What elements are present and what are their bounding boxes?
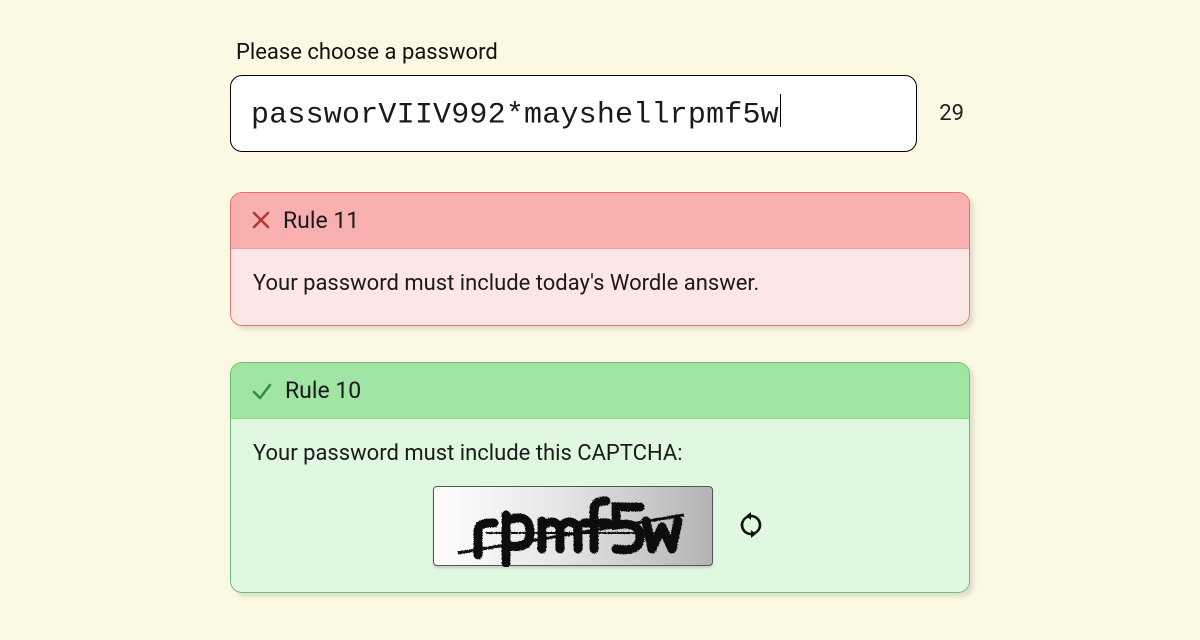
captcha-row (253, 486, 947, 566)
refresh-icon[interactable] (737, 511, 767, 541)
rule-header: Rule 10 (231, 363, 969, 419)
text-caret (780, 94, 781, 127)
char-count: 29 (939, 101, 964, 126)
x-icon (251, 210, 271, 230)
rule-number: Rule 11 (283, 207, 359, 234)
rule-body: Your password must include this CAPTCHA: (231, 419, 969, 592)
password-input[interactable]: passworVIIV992*mayshellrpmf5w (230, 75, 917, 152)
password-value: passworVIIV992*mayshellrpmf5w (251, 99, 779, 133)
rule-number: Rule 10 (285, 377, 361, 404)
rule-header: Rule 11 (231, 193, 969, 249)
rule-card-10: Rule 10 Your password must include this … (230, 362, 970, 593)
rule-card-11: Rule 11 Your password must include today… (230, 192, 970, 327)
rule-text: Your password must include this CAPTCHA: (253, 439, 947, 470)
check-icon (251, 380, 273, 402)
captcha-image (433, 486, 713, 566)
rule-text: Your password must include today's Wordl… (231, 249, 969, 326)
password-label: Please choose a password (236, 40, 970, 65)
password-input-row: passworVIIV992*mayshellrpmf5w 29 (230, 75, 970, 152)
